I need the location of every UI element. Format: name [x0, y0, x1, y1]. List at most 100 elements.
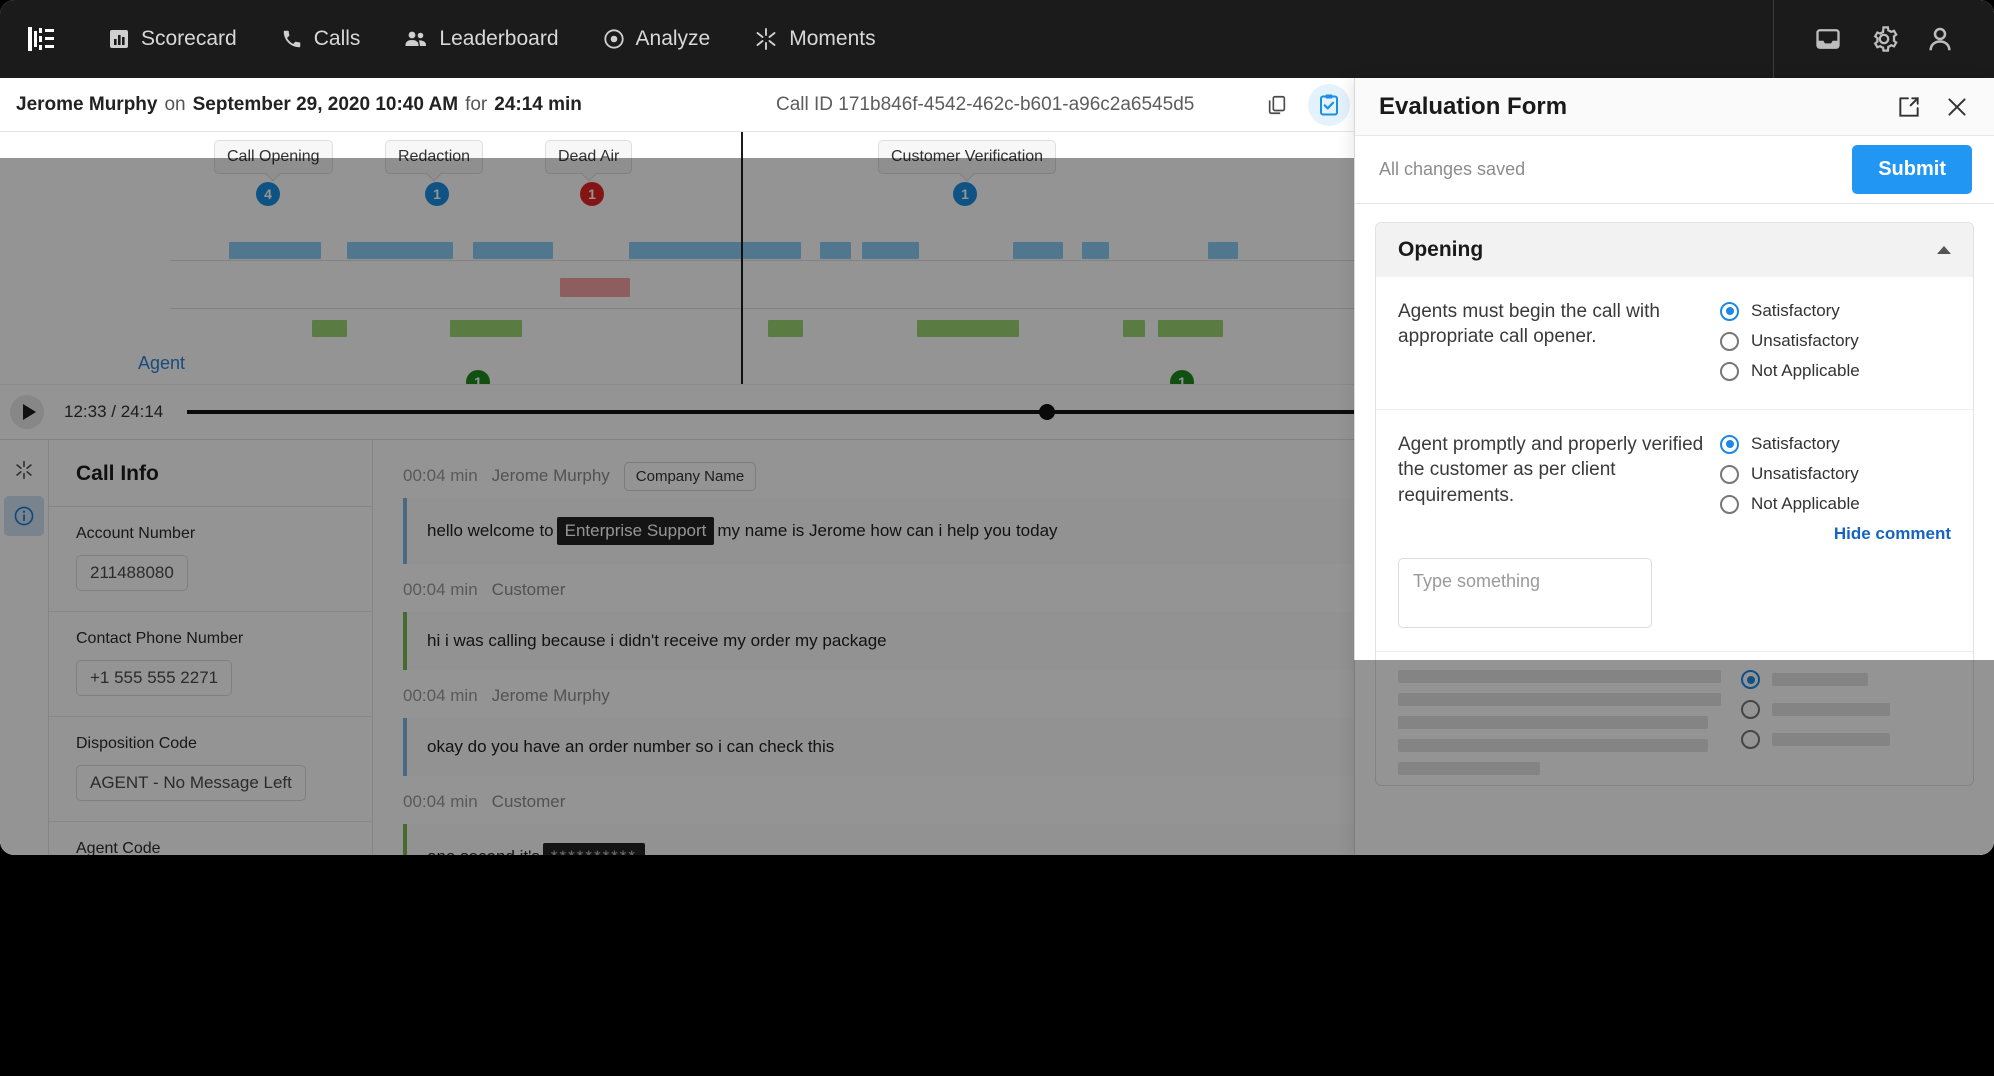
option-label: Not Applicable	[1751, 494, 1860, 514]
nav-item-analyze[interactable]: Analyze	[581, 0, 733, 78]
timeline-badge-call-closer[interactable]: 1	[1170, 370, 1194, 384]
inbox-icon[interactable]	[1800, 0, 1856, 78]
sparkle-icon	[754, 27, 778, 51]
option-satisfactory[interactable]: Satisfactory	[1720, 434, 1930, 454]
dead-air-segment[interactable]	[560, 278, 630, 297]
agent-segment[interactable]	[473, 242, 553, 259]
customer-segment[interactable]	[768, 320, 803, 337]
evaluation-form-header-actions	[1896, 94, 1970, 120]
agent-segment[interactable]	[908, 242, 919, 259]
option-not-applicable[interactable]: Not Applicable	[1720, 361, 1930, 381]
tag-label: Dead Air	[558, 148, 619, 165]
section-header-opening[interactable]: Opening	[1376, 223, 1973, 277]
option-label: Unsatisfactory	[1751, 464, 1859, 484]
entry-speaker: Customer	[492, 792, 566, 812]
timeline-badge-customer-verification[interactable]: 1	[953, 182, 977, 206]
timeline-tag-dead-air[interactable]: Dead Air	[545, 140, 632, 174]
rail-info-icon[interactable]	[4, 496, 44, 536]
nav-label-scorecard: Scorecard	[141, 27, 237, 51]
option-unsatisfactory[interactable]: Unsatisfactory	[1720, 464, 1930, 484]
skeleton-options	[1741, 670, 1951, 785]
subheader-for-word: for	[465, 94, 487, 116]
hide-comment-link[interactable]: Hide comment	[1376, 524, 1973, 554]
nav-item-leaderboard[interactable]: Leaderboard	[382, 0, 580, 78]
entry-speaker: Jerome Murphy	[492, 686, 610, 706]
radio-button[interactable]	[1720, 302, 1739, 321]
nav-item-moments[interactable]: Moments	[732, 0, 897, 78]
agent-segment[interactable]	[629, 242, 801, 259]
field-label: Disposition Code	[76, 735, 345, 753]
nav-item-calls[interactable]: Calls	[259, 0, 383, 78]
option-unsatisfactory[interactable]: Unsatisfactory	[1720, 331, 1930, 351]
subheader-on-word: on	[164, 94, 185, 116]
badge-count: 1	[588, 186, 596, 202]
nav-label-moments: Moments	[789, 27, 875, 51]
account-icon[interactable]	[1912, 0, 1968, 78]
agent-segment[interactable]	[1208, 242, 1238, 259]
timeline-badge-redaction[interactable]: 1	[425, 182, 449, 206]
customer-segment[interactable]	[1123, 320, 1145, 337]
evaluate-call-button[interactable]	[1308, 84, 1350, 126]
timeline-playhead[interactable]	[741, 132, 743, 384]
nav-label-calls: Calls	[314, 27, 361, 51]
badge-count: 1	[1178, 374, 1186, 384]
timeline-badge-customer-negative[interactable]: 1	[466, 370, 490, 384]
field-label: Contact Phone Number	[76, 630, 345, 648]
agent-segment[interactable]	[347, 242, 438, 259]
radio-button[interactable]	[1741, 700, 1760, 719]
chevron-up-icon[interactable]	[1937, 246, 1951, 254]
agent-segment[interactable]	[820, 242, 851, 259]
app-window: Scorecard Calls	[0, 0, 1994, 855]
entry-text-before: hi i was calling because i didn't receiv…	[427, 631, 887, 651]
radio-button[interactable]	[1720, 332, 1739, 351]
field-value[interactable]: +1 555 555 2271	[76, 660, 232, 696]
agent-segment[interactable]	[229, 242, 321, 259]
waveform-logo-icon[interactable]	[18, 16, 64, 62]
option-not-applicable[interactable]: Not Applicable	[1720, 494, 1930, 514]
open-external-icon[interactable]	[1896, 94, 1922, 120]
timeline-tag-call-opening[interactable]: Call Opening	[214, 140, 333, 174]
customer-segment[interactable]	[1158, 320, 1223, 337]
submit-button[interactable]: Submit	[1852, 145, 1972, 194]
agent-segment[interactable]	[432, 242, 453, 259]
customer-segment[interactable]	[312, 320, 347, 337]
tag-label: Redaction	[398, 148, 470, 165]
evaluation-question: Agents must begin the call with appropri…	[1376, 277, 1973, 410]
radio-button[interactable]	[1720, 465, 1739, 484]
player-progress-knob[interactable]	[1039, 404, 1055, 420]
comment-textarea[interactable]	[1398, 558, 1652, 628]
radio-button[interactable]	[1720, 435, 1739, 454]
entry-timestamp: 00:04 min	[403, 466, 478, 486]
question-options: Satisfactory Unsatisfactory Not Applicab…	[1720, 432, 1930, 524]
call-info-field: Account Number 211488080	[49, 507, 372, 612]
option-label: Not Applicable	[1751, 361, 1860, 381]
entry-tag-chip[interactable]: Company Name	[624, 462, 756, 491]
gear-icon[interactable]	[1856, 0, 1912, 78]
nav-item-scorecard[interactable]: Scorecard	[86, 0, 259, 78]
agent-segment[interactable]	[1082, 242, 1109, 259]
radio-button[interactable]	[1741, 730, 1760, 749]
agent-segment[interactable]	[1013, 242, 1063, 259]
timeline-badge-dead-air[interactable]: 1	[580, 182, 604, 206]
nav-label-leaderboard: Leaderboard	[439, 27, 558, 51]
field-value[interactable]: 211488080	[76, 555, 188, 591]
copy-icon[interactable]	[1262, 90, 1292, 120]
entry-timestamp: 00:04 min	[403, 580, 478, 600]
radio-button[interactable]	[1720, 362, 1739, 381]
top-navigation-bar: Scorecard Calls	[0, 0, 1994, 78]
radio-button[interactable]	[1720, 495, 1739, 514]
option-satisfactory[interactable]: Satisfactory	[1720, 301, 1930, 321]
play-icon[interactable]	[10, 395, 44, 429]
customer-segment[interactable]	[450, 320, 522, 337]
question-text: Agents must begin the call with appropri…	[1398, 299, 1720, 391]
customer-segment[interactable]	[917, 320, 1019, 337]
timeline-tag-redaction[interactable]: Redaction	[385, 140, 483, 174]
question-options: Satisfactory Unsatisfactory Not Applicab…	[1720, 299, 1930, 391]
timeline-tag-customer-verification[interactable]: Customer Verification	[878, 140, 1056, 174]
evaluation-form-header: Evaluation Form	[1355, 78, 1994, 136]
field-value[interactable]: AGENT - No Message Left	[76, 765, 306, 801]
rail-moments-icon[interactable]	[4, 450, 44, 490]
radio-button[interactable]	[1741, 670, 1760, 689]
timeline-badge-call-opening[interactable]: 4	[256, 182, 280, 206]
close-icon[interactable]	[1944, 94, 1970, 120]
